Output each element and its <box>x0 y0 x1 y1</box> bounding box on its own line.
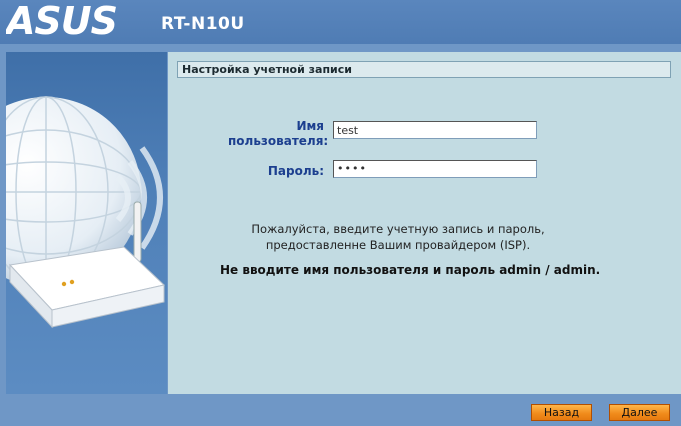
instruction-text: Пожалуйста, введите учетную запись и пар… <box>251 222 545 252</box>
username-input[interactable] <box>333 121 537 139</box>
router-model: RT-N10U <box>161 14 245 34</box>
password-input[interactable]: •••• <box>333 160 537 178</box>
header-bar: ASUS RT-N10U <box>0 0 681 44</box>
password-label: Пароль: <box>267 164 324 178</box>
next-button[interactable]: Далее <box>609 404 670 421</box>
back-button[interactable]: Назад <box>531 404 592 421</box>
router-illustration-panel <box>6 52 167 394</box>
username-label: Имя пользователя: <box>228 119 329 148</box>
antenna-icon <box>133 201 142 263</box>
svg-text:ASUS: ASUS <box>6 4 117 38</box>
content-panel: Настройка учетной записи Имя пользовател… <box>168 52 681 394</box>
warning-text: Не вводите имя пользователя и пароль adm… <box>220 263 601 277</box>
section-title: Настройка учетной записи <box>177 61 671 78</box>
asus-logo: ASUS <box>6 4 118 38</box>
router-illustration <box>6 96 166 329</box>
